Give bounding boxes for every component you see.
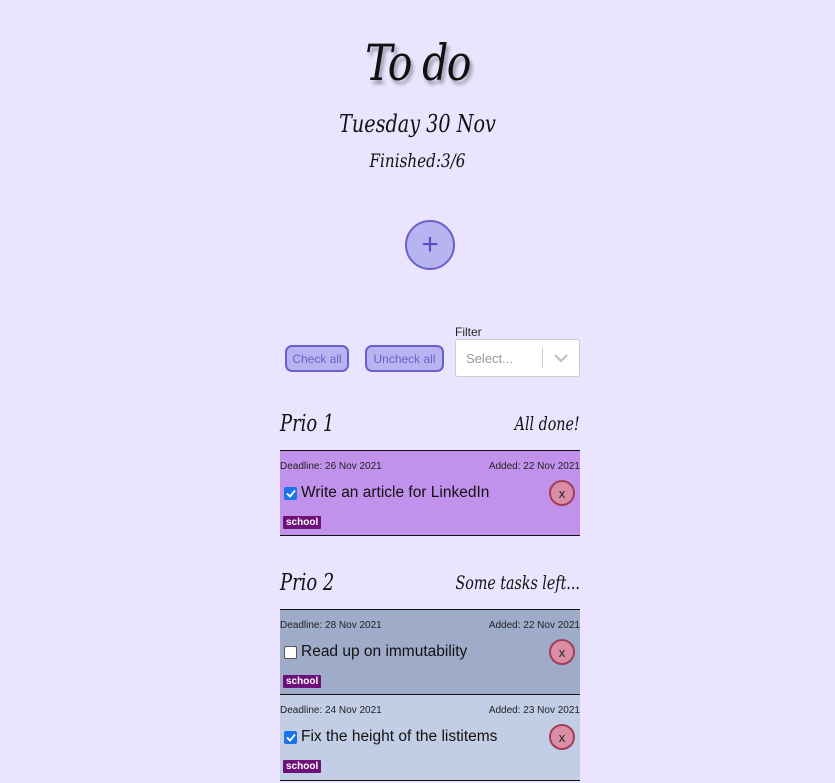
section-title: Prio 1 bbox=[280, 411, 335, 437]
section-status: All done! bbox=[515, 413, 580, 435]
task-name: Write an article for LinkedIn bbox=[301, 484, 490, 501]
section-header-prio-1: Prio 1 All done! bbox=[280, 407, 580, 441]
filter-select[interactable]: Select... bbox=[455, 339, 580, 377]
task-checkbox[interactable] bbox=[284, 486, 297, 500]
plus-icon: + bbox=[421, 228, 439, 261]
delete-task-button[interactable]: x bbox=[549, 480, 575, 506]
task-checkbox[interactable] bbox=[284, 730, 297, 744]
section-status: Some tasks left... bbox=[455, 572, 580, 594]
task-item: Deadline: 26 Nov 2021 Added: 22 Nov 2021… bbox=[280, 450, 580, 536]
task-deadline: Deadline: 26 Nov 2021 bbox=[280, 461, 382, 472]
task-name: Read up on immutability bbox=[301, 643, 468, 660]
task-tag: school bbox=[283, 675, 322, 688]
filter-label: Filter bbox=[455, 325, 482, 339]
delete-task-button[interactable]: x bbox=[549, 724, 575, 750]
task-name: Fix the height of the listitems bbox=[301, 728, 498, 745]
page-title: To do bbox=[365, 34, 471, 92]
task-item: Deadline: 24 Nov 2021 Added: 23 Nov 2021… bbox=[280, 695, 580, 781]
task-added-date: Added: 23 Nov 2021 bbox=[488, 705, 580, 716]
add-task-button[interactable]: + bbox=[405, 220, 455, 270]
task-item: Deadline: 28 Nov 2021 Added: 22 Nov 2021… bbox=[280, 609, 580, 695]
finished-counter: Finished:3/6 bbox=[369, 150, 466, 172]
section-title: Prio 2 bbox=[280, 570, 335, 596]
task-added-date: Added: 22 Nov 2021 bbox=[488, 461, 580, 472]
task-added-date: Added: 22 Nov 2021 bbox=[488, 620, 580, 631]
uncheck-all-button[interactable]: Uncheck all bbox=[365, 345, 444, 372]
delete-task-button[interactable]: x bbox=[549, 639, 575, 665]
chevron-down-icon[interactable] bbox=[543, 353, 579, 363]
task-deadline: Deadline: 28 Nov 2021 bbox=[280, 620, 382, 631]
task-tag: school bbox=[283, 760, 322, 773]
filter-placeholder: Select... bbox=[466, 350, 513, 366]
task-checkbox[interactable] bbox=[284, 645, 297, 659]
task-deadline: Deadline: 24 Nov 2021 bbox=[280, 705, 382, 716]
current-date: Tuesday 30 Nov bbox=[339, 110, 496, 138]
check-all-button[interactable]: Check all bbox=[285, 345, 349, 372]
task-tag: school bbox=[283, 516, 322, 529]
section-header-prio-2: Prio 2 Some tasks left... bbox=[280, 566, 580, 600]
